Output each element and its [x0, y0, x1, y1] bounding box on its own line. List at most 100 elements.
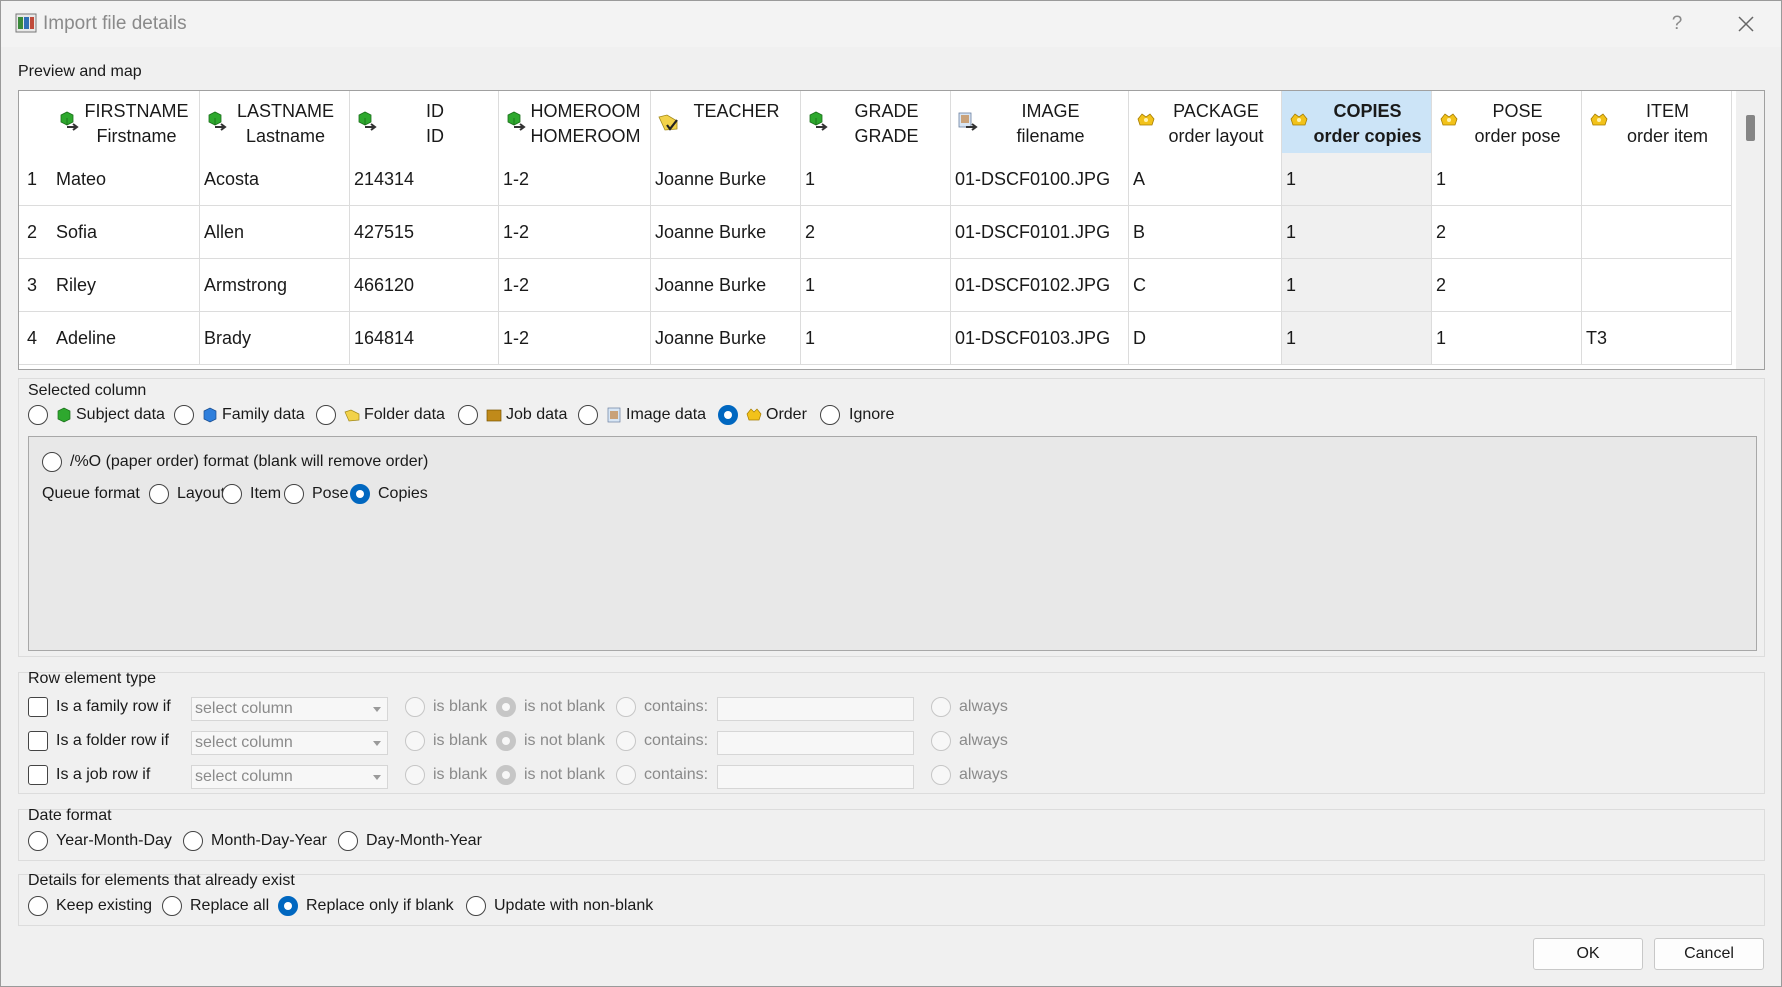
table-cell[interactable]: 214314	[350, 153, 499, 206]
job-column-select[interactable]: select column	[191, 765, 388, 789]
job-is-not-blank-radio[interactable]	[496, 765, 516, 785]
radio-ignore[interactable]	[820, 405, 840, 425]
radio-image-data[interactable]	[578, 405, 598, 425]
family-contains-input[interactable]	[717, 697, 914, 721]
column-header-image[interactable]: IMAGE filename	[951, 91, 1129, 153]
table-cell[interactable]: Riley	[52, 259, 200, 312]
table-cell[interactable]: 1	[1432, 153, 1582, 206]
queue-radio-layout[interactable]	[149, 484, 169, 504]
table-cell[interactable]: Joanne Burke	[651, 312, 801, 365]
column-header-teacher[interactable]: TEACHER	[651, 91, 801, 153]
table-cell[interactable]: A	[1129, 153, 1282, 206]
table-cell[interactable]: 1	[1282, 206, 1432, 259]
family-is-blank-radio[interactable]	[405, 697, 425, 717]
table-cell[interactable]: 01-DSCF0102.JPG	[951, 259, 1129, 312]
table-cell[interactable]: B	[1129, 206, 1282, 259]
radio-job-data[interactable]	[458, 405, 478, 425]
scrollbar-thumb[interactable]	[1746, 115, 1755, 141]
table-cell[interactable]: Brady	[200, 312, 350, 365]
date-radio-year-month-day[interactable]	[28, 831, 48, 851]
family-contains-radio[interactable]	[616, 697, 636, 717]
preview-grid[interactable]: FIRSTNAME Firstname LASTNAME Lastname ID ID HO…	[18, 90, 1765, 370]
table-cell[interactable]: 1	[801, 312, 951, 365]
table-cell[interactable]: 1-2	[499, 206, 651, 259]
column-header-firstname[interactable]: FIRSTNAME Firstname	[52, 91, 200, 153]
table-cell[interactable]	[1582, 206, 1732, 259]
table-cell[interactable]: 466120	[350, 259, 499, 312]
column-header-pose[interactable]: POSE order pose	[1432, 91, 1582, 153]
column-header-item[interactable]: ITEM order item	[1582, 91, 1732, 153]
job-contains-input[interactable]	[717, 765, 914, 789]
close-icon[interactable]	[1731, 9, 1761, 39]
family-column-select[interactable]: select column	[191, 697, 388, 721]
folder-is-blank-radio[interactable]	[405, 731, 425, 751]
table-cell[interactable]: D	[1129, 312, 1282, 365]
family-is-not-blank-radio[interactable]	[496, 697, 516, 717]
table-cell[interactable]: Joanne Burke	[651, 153, 801, 206]
table-cell[interactable]: 1-2	[499, 153, 651, 206]
table-cell[interactable]: Joanne Burke	[651, 259, 801, 312]
table-cell[interactable]: 01-DSCF0100.JPG	[951, 153, 1129, 206]
table-cell[interactable]: Acosta	[200, 153, 350, 206]
help-button[interactable]: ?	[1664, 9, 1690, 39]
table-cell[interactable]: 2	[801, 206, 951, 259]
folder-column-select[interactable]: select column	[191, 731, 388, 755]
table-cell[interactable]	[1582, 259, 1732, 312]
column-header-copies[interactable]: COPIES order copies	[1282, 91, 1432, 153]
table-cell[interactable]: Joanne Burke	[651, 206, 801, 259]
folder-contains-radio[interactable]	[616, 731, 636, 751]
table-cell[interactable]: 1	[1282, 312, 1432, 365]
existing-radio-update-with-non-blank[interactable]	[466, 896, 486, 916]
folder-contains-input[interactable]	[717, 731, 914, 755]
column-header-package[interactable]: PACKAGE order layout	[1129, 91, 1282, 153]
family-always-radio[interactable]	[931, 697, 951, 717]
folder-always-radio[interactable]	[931, 731, 951, 751]
is-family-row-checkbox[interactable]	[28, 697, 48, 717]
queue-radio-copies[interactable]	[350, 484, 370, 504]
queue-radio-pose[interactable]	[284, 484, 304, 504]
paper-order-radio[interactable]	[42, 452, 62, 472]
table-cell[interactable]: Allen	[200, 206, 350, 259]
date-radio-month-day-year[interactable]	[183, 831, 203, 851]
table-cell[interactable]: C	[1129, 259, 1282, 312]
ok-button[interactable]: OK	[1533, 938, 1643, 970]
table-cell[interactable]: 2	[1432, 259, 1582, 312]
table-cell[interactable]: 2	[1432, 206, 1582, 259]
table-cell[interactable]: 1-2	[499, 312, 651, 365]
table-cell[interactable]: Armstrong	[200, 259, 350, 312]
table-cell[interactable]: 427515	[350, 206, 499, 259]
existing-radio-keep-existing[interactable]	[28, 896, 48, 916]
table-cell[interactable]: 1-2	[499, 259, 651, 312]
table-cell[interactable]: 1	[1432, 312, 1582, 365]
job-is-blank-radio[interactable]	[405, 765, 425, 785]
queue-radio-item[interactable]	[222, 484, 242, 504]
radio-subject-data[interactable]	[28, 405, 48, 425]
table-cell[interactable]: 01-DSCF0103.JPG	[951, 312, 1129, 365]
column-header-homeroom[interactable]: HOMEROOM HOMEROOM	[499, 91, 651, 153]
radio-folder-data[interactable]	[316, 405, 336, 425]
table-cell[interactable]: 164814	[350, 312, 499, 365]
table-cell[interactable]: Mateo	[52, 153, 200, 206]
cancel-button[interactable]: Cancel	[1654, 938, 1764, 970]
existing-radio-replace-all[interactable]	[162, 896, 182, 916]
existing-radio-replace-only-if-blank[interactable]	[278, 896, 298, 916]
table-cell[interactable]: 1	[1282, 259, 1432, 312]
date-radio-day-month-year[interactable]	[338, 831, 358, 851]
grid-scrollbar[interactable]	[1736, 91, 1764, 369]
radio-family-data[interactable]	[174, 405, 194, 425]
table-cell[interactable]	[1582, 153, 1732, 206]
table-cell[interactable]: Adeline	[52, 312, 200, 365]
table-cell[interactable]: 01-DSCF0101.JPG	[951, 206, 1129, 259]
column-header-grade[interactable]: GRADE GRADE	[801, 91, 951, 153]
radio-order[interactable]	[718, 405, 738, 425]
table-cell[interactable]: 1	[1282, 153, 1432, 206]
folder-is-not-blank-radio[interactable]	[496, 731, 516, 751]
table-cell[interactable]: 1	[801, 259, 951, 312]
job-contains-radio[interactable]	[616, 765, 636, 785]
is-job-row-checkbox[interactable]	[28, 765, 48, 785]
job-always-radio[interactable]	[931, 765, 951, 785]
column-header-lastname[interactable]: LASTNAME Lastname	[200, 91, 350, 153]
table-cell[interactable]: 1	[801, 153, 951, 206]
column-header-id[interactable]: ID ID	[350, 91, 499, 153]
is-folder-row-checkbox[interactable]	[28, 731, 48, 751]
